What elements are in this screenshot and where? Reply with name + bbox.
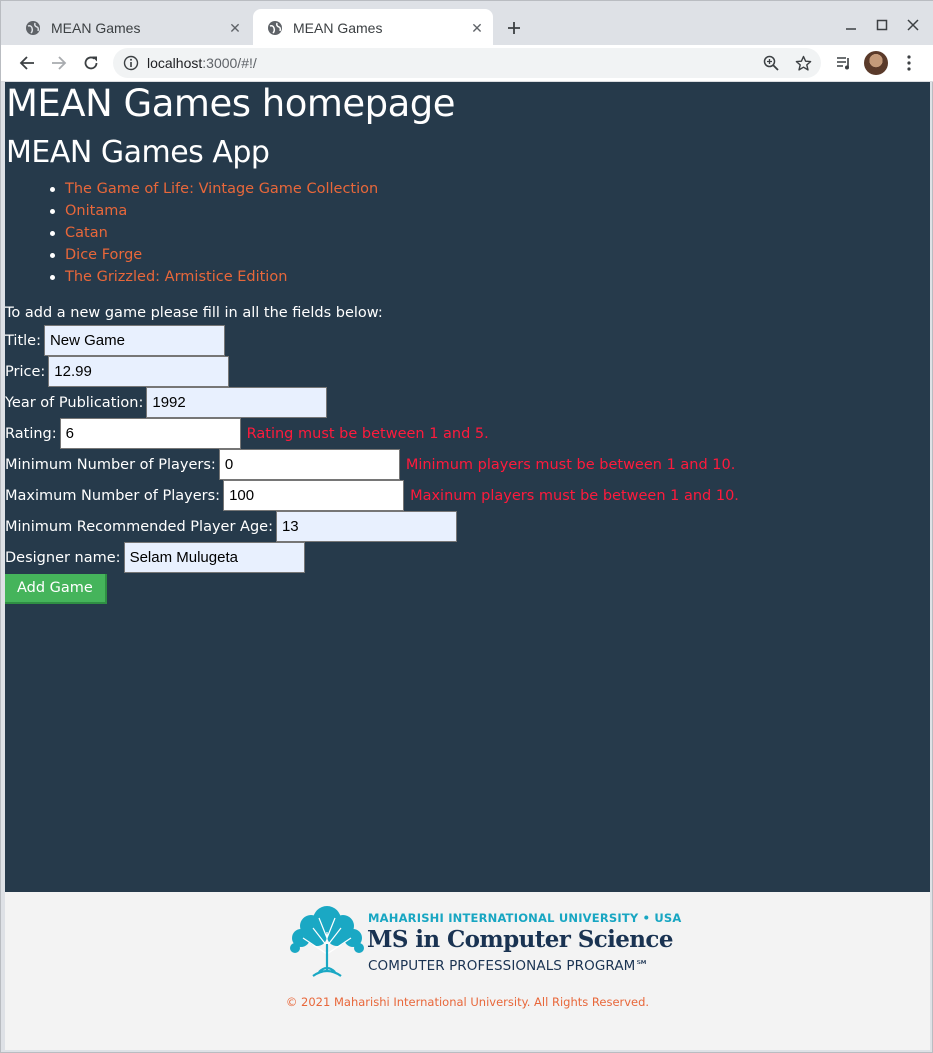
globe-icon — [26, 21, 40, 35]
min-age-input[interactable] — [275, 511, 457, 542]
rating-input[interactable] — [59, 418, 241, 449]
page-content: MEAN Games homepage MEAN Games App The G… — [5, 82, 930, 1050]
games-list: The Game of Life: Vintage Game Collectio… — [49, 178, 378, 288]
zoom-icon[interactable] — [757, 49, 785, 77]
tab-strip: MEAN Games ✕ MEAN Games ✕ — [1, 1, 933, 47]
browser-toolbar: localhost:3000/#!/ — [1, 45, 933, 82]
close-icon[interactable]: ✕ — [467, 18, 487, 38]
url-host: localhost — [147, 55, 203, 71]
close-icon[interactable]: ✕ — [225, 18, 245, 38]
browser-window: MEAN Games ✕ MEAN Games ✕ localhost:3000… — [0, 0, 933, 1053]
price-label: Price: — [5, 363, 46, 380]
copyright: © 2021 Maharishi International Universit… — [285, 995, 650, 1009]
url-text: localhost:3000/#!/ — [147, 55, 257, 71]
game-link[interactable]: The Game of Life: Vintage Game Collectio… — [65, 181, 378, 197]
game-link[interactable]: The Grizzled: Armistice Edition — [65, 269, 287, 285]
designer-row: Designer name: — [5, 542, 305, 573]
min-age-label: Minimum Recommended Player Age: — [5, 518, 273, 535]
max-players-label: Maximum Number of Players: — [5, 487, 221, 504]
add-game-button[interactable]: Add Game — [5, 574, 107, 604]
address-bar[interactable]: localhost:3000/#!/ — [113, 48, 821, 78]
tab-title: MEAN Games — [51, 20, 141, 36]
tree-logo-icon — [290, 906, 364, 977]
url-path: :3000/#!/ — [202, 55, 257, 71]
price-input[interactable] — [48, 356, 230, 387]
title-row: Title: — [5, 325, 225, 356]
back-icon[interactable] — [13, 49, 41, 77]
minimize-icon[interactable] — [839, 13, 863, 37]
max-players-error: Maxinum players must be between 1 and 10… — [410, 487, 739, 504]
title-input[interactable] — [43, 325, 225, 356]
game-link[interactable]: Dice Forge — [65, 247, 142, 263]
window-close-icon[interactable] — [901, 13, 925, 37]
year-input[interactable] — [146, 387, 328, 418]
min-players-row: Minimum Number of Players: Minimum playe… — [5, 449, 735, 480]
year-label: Year of Publication: — [5, 394, 144, 411]
subprogram-name: COMPUTER PROFESSIONALS PROGRAM℠ — [368, 958, 650, 974]
list-item: Catan — [49, 222, 378, 244]
list-item: The Grizzled: Armistice Edition — [49, 266, 378, 288]
tab-inactive[interactable]: MEAN Games ✕ — [11, 9, 251, 47]
list-item: Onitama — [49, 200, 378, 222]
avatar[interactable] — [864, 51, 888, 75]
rating-label: Rating: — [5, 425, 57, 442]
max-players-input[interactable] — [223, 480, 405, 511]
min-players-label: Minimum Number of Players: — [5, 456, 216, 473]
list-item: The Game of Life: Vintage Game Collectio… — [49, 178, 378, 200]
game-link[interactable]: Catan — [65, 225, 108, 241]
new-tab-icon[interactable] — [501, 15, 527, 41]
rating-row: Rating: Rating must be between 1 and 5. — [5, 418, 489, 449]
program-name: MS in Computer Science — [367, 926, 673, 953]
menu-icon[interactable] — [897, 49, 921, 77]
media-queue-icon[interactable] — [830, 49, 858, 77]
price-row: Price: — [5, 356, 230, 387]
university-logo: MAHARISHI INTERNATIONAL UNIVERSITY • USA… — [289, 902, 681, 982]
min-players-error: Minimum players must be between 1 and 10… — [405, 456, 736, 473]
min-players-input[interactable] — [218, 449, 400, 480]
globe-icon — [268, 21, 282, 35]
year-row: Year of Publication: — [5, 387, 328, 418]
bookmark-star-icon[interactable] — [789, 49, 817, 77]
tab-title: MEAN Games — [293, 20, 383, 36]
maximize-icon[interactable] — [870, 13, 894, 37]
footer: MAHARISHI INTERNATIONAL UNIVERSITY • USA… — [5, 892, 930, 1050]
designer-label: Designer name: — [5, 549, 121, 566]
page-title: MEAN Games homepage — [6, 82, 456, 125]
min-age-row: Minimum Recommended Player Age: — [5, 511, 457, 542]
max-players-row: Maximum Number of Players: Maxinum playe… — [5, 480, 739, 511]
app-title: MEAN Games App — [6, 135, 270, 170]
game-link[interactable]: Onitama — [65, 203, 127, 219]
rating-error: Rating must be between 1 and 5. — [246, 425, 489, 442]
list-item: Dice Forge — [49, 244, 378, 266]
reload-icon[interactable] — [77, 49, 105, 77]
forward-icon[interactable] — [45, 49, 73, 77]
tab-active[interactable]: MEAN Games ✕ — [253, 9, 493, 47]
university-name: MAHARISHI INTERNATIONAL UNIVERSITY • USA — [368, 911, 682, 925]
title-label: Title: — [5, 332, 41, 349]
designer-input[interactable] — [123, 542, 305, 573]
info-icon[interactable] — [123, 55, 139, 71]
form-intro: To add a new game please fill in all the… — [5, 305, 383, 321]
